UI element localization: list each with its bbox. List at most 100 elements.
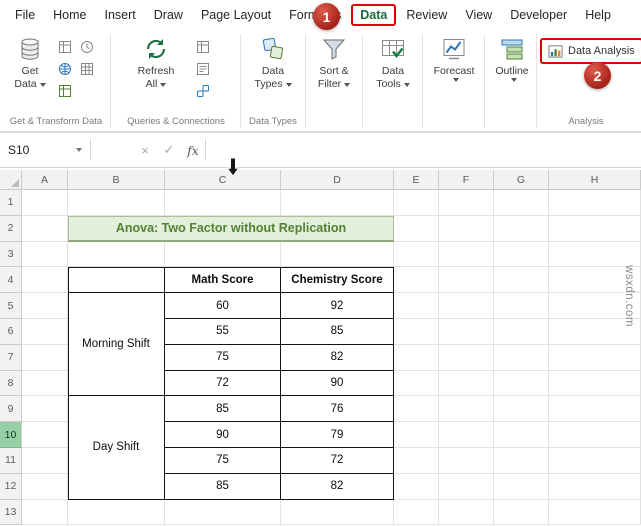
cell[interactable] [281, 499, 394, 526]
column-header-D[interactable]: D [281, 170, 394, 190]
column-header-F[interactable]: F [439, 170, 494, 190]
cell[interactable] [394, 267, 439, 294]
cell[interactable] [68, 190, 165, 216]
edit-links-icon[interactable] [196, 84, 212, 100]
from-web-icon[interactable] [58, 62, 74, 78]
cell[interactable] [549, 422, 641, 448]
tab-review[interactable]: Review [397, 3, 456, 27]
cell[interactable] [439, 241, 494, 268]
cell[interactable] [494, 473, 549, 500]
cell[interactable] [394, 318, 439, 345]
row-header-13[interactable]: 13 [0, 499, 22, 526]
data-cell[interactable]: 90 [281, 370, 394, 397]
cell[interactable] [394, 293, 439, 319]
row-header-6[interactable]: 6 [0, 318, 22, 345]
cell[interactable] [394, 190, 439, 216]
cell[interactable] [549, 396, 641, 423]
data-cell[interactable]: 85 [165, 473, 281, 500]
cell[interactable] [22, 422, 68, 448]
row-header-8[interactable]: 8 [0, 370, 22, 397]
cell[interactable] [394, 241, 439, 268]
get-data-button[interactable]: Get Data [4, 36, 56, 91]
row-header-4[interactable]: 4 [0, 267, 22, 294]
data-cell[interactable]: 92 [281, 293, 394, 319]
chemistry-score-header-cell[interactable]: Chemistry Score [281, 267, 394, 294]
cell[interactable] [439, 473, 494, 500]
queries-connections-icon[interactable] [196, 40, 212, 56]
math-score-header-cell[interactable]: Math Score [165, 267, 281, 294]
cell[interactable] [494, 499, 549, 526]
cell[interactable] [494, 396, 549, 423]
from-text-csv-icon[interactable] [58, 40, 74, 56]
cell[interactable] [22, 473, 68, 500]
data-tools-button[interactable]: Data Tools [367, 36, 419, 91]
cell[interactable] [494, 190, 549, 216]
properties-icon[interactable] [196, 62, 212, 78]
row-header-10[interactable]: 10 [0, 422, 22, 448]
data-types-button[interactable]: Data Types [246, 36, 300, 91]
cell[interactable] [165, 499, 281, 526]
cell[interactable] [439, 396, 494, 423]
cell[interactable] [68, 499, 165, 526]
data-cell[interactable]: 60 [165, 293, 281, 319]
forecast-button[interactable]: Forecast [427, 36, 481, 82]
data-cell[interactable]: 72 [281, 447, 394, 474]
cell[interactable] [494, 344, 549, 371]
cell[interactable] [549, 499, 641, 526]
chevron-down-icon[interactable] [76, 148, 82, 152]
data-cell[interactable]: 55 [165, 318, 281, 345]
column-header-H[interactable]: H [549, 170, 641, 190]
cell[interactable] [394, 473, 439, 500]
cell[interactable] [549, 370, 641, 397]
table-blank-cell[interactable] [68, 267, 165, 294]
anova-title-cell[interactable]: Anova: Two Factor without Replication [68, 215, 394, 242]
cell[interactable] [549, 344, 641, 371]
day-shift-label-cell[interactable]: Day Shift [68, 396, 165, 500]
cell[interactable] [494, 370, 549, 397]
tab-file[interactable]: File [6, 3, 44, 27]
row-header-3[interactable]: 3 [0, 241, 22, 268]
cancel-button[interactable]: × [133, 143, 157, 158]
cell[interactable] [494, 215, 549, 242]
data-analysis-button[interactable]: Data Analysis [540, 38, 641, 64]
outline-button[interactable]: Outline [488, 36, 536, 82]
cell[interactable] [549, 190, 641, 216]
cell[interactable] [281, 241, 394, 268]
cell[interactable] [22, 370, 68, 397]
column-header-A[interactable]: A [22, 170, 68, 190]
row-header-9[interactable]: 9 [0, 396, 22, 423]
cell[interactable] [439, 267, 494, 294]
data-cell[interactable]: 79 [281, 422, 394, 448]
cell[interactable] [549, 215, 641, 242]
cell[interactable] [22, 215, 68, 242]
cell[interactable] [439, 190, 494, 216]
from-table-range-icon[interactable] [58, 84, 74, 100]
refresh-all-button[interactable]: Refresh All [128, 36, 184, 91]
cell[interactable] [494, 422, 549, 448]
sort-filter-button[interactable]: Sort & Filter [309, 36, 359, 91]
enter-button[interactable]: ✓ [157, 142, 181, 158]
cell[interactable] [439, 318, 494, 345]
column-header-E[interactable]: E [394, 170, 439, 190]
cell[interactable] [22, 318, 68, 345]
existing-connections-icon[interactable] [80, 62, 96, 78]
cell[interactable] [394, 422, 439, 448]
data-cell[interactable]: 76 [281, 396, 394, 423]
cell[interactable] [439, 370, 494, 397]
cell[interactable] [281, 190, 394, 216]
data-cell[interactable]: 90 [165, 422, 281, 448]
tab-help[interactable]: Help [576, 3, 620, 27]
tab-draw[interactable]: Draw [145, 3, 192, 27]
select-all-corner[interactable] [0, 170, 22, 190]
row-header-2[interactable]: 2 [0, 215, 22, 242]
cell[interactable] [439, 422, 494, 448]
cell[interactable] [494, 241, 549, 268]
tab-page-layout[interactable]: Page Layout [192, 3, 280, 27]
cell[interactable] [165, 241, 281, 268]
formula-input[interactable] [212, 138, 641, 162]
row-header-11[interactable]: 11 [0, 447, 22, 474]
cell[interactable] [549, 473, 641, 500]
cell[interactable] [22, 396, 68, 423]
tab-developer[interactable]: Developer [501, 3, 576, 27]
cell[interactable] [439, 447, 494, 474]
